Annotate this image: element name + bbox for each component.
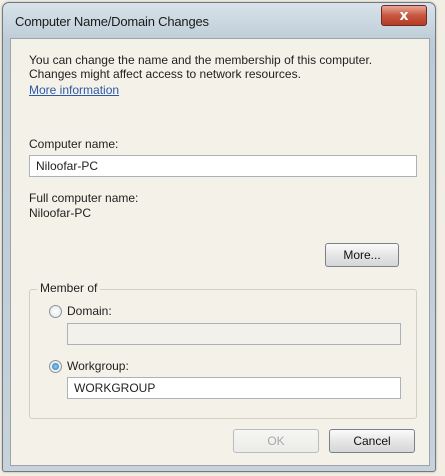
workgroup-label[interactable]: Workgroup: xyxy=(67,359,129,373)
more-information-link[interactable]: More information xyxy=(29,83,119,97)
workgroup-input[interactable]: WORKGROUP xyxy=(67,377,401,399)
domain-radio[interactable] xyxy=(49,305,62,318)
dialog-body: You can change the name and the membersh… xyxy=(10,38,430,466)
window-title: Computer Name/Domain Changes xyxy=(15,14,209,29)
computer-name-input[interactable]: Niloofar-PC xyxy=(29,155,417,177)
full-computer-name-value: Niloofar-PC xyxy=(29,206,92,220)
workgroup-radio[interactable] xyxy=(49,360,62,373)
title-bar[interactable]: Computer Name/Domain Changes x xyxy=(3,3,435,37)
ok-button[interactable]: OK xyxy=(233,429,319,453)
member-of-legend: Member of xyxy=(37,281,101,295)
domain-label[interactable]: Domain: xyxy=(67,304,112,318)
close-icon: x xyxy=(399,7,409,24)
dialog-window: Computer Name/Domain Changes x You can c… xyxy=(2,2,436,472)
full-computer-name-label: Full computer name: xyxy=(29,191,139,205)
domain-input[interactable] xyxy=(67,323,401,345)
description-text: You can change the name and the membersh… xyxy=(29,53,373,81)
more-button[interactable]: More... xyxy=(325,243,399,267)
computer-name-label: Computer name: xyxy=(29,137,119,151)
close-button[interactable]: x xyxy=(381,5,427,26)
cancel-button[interactable]: Cancel xyxy=(329,429,415,453)
